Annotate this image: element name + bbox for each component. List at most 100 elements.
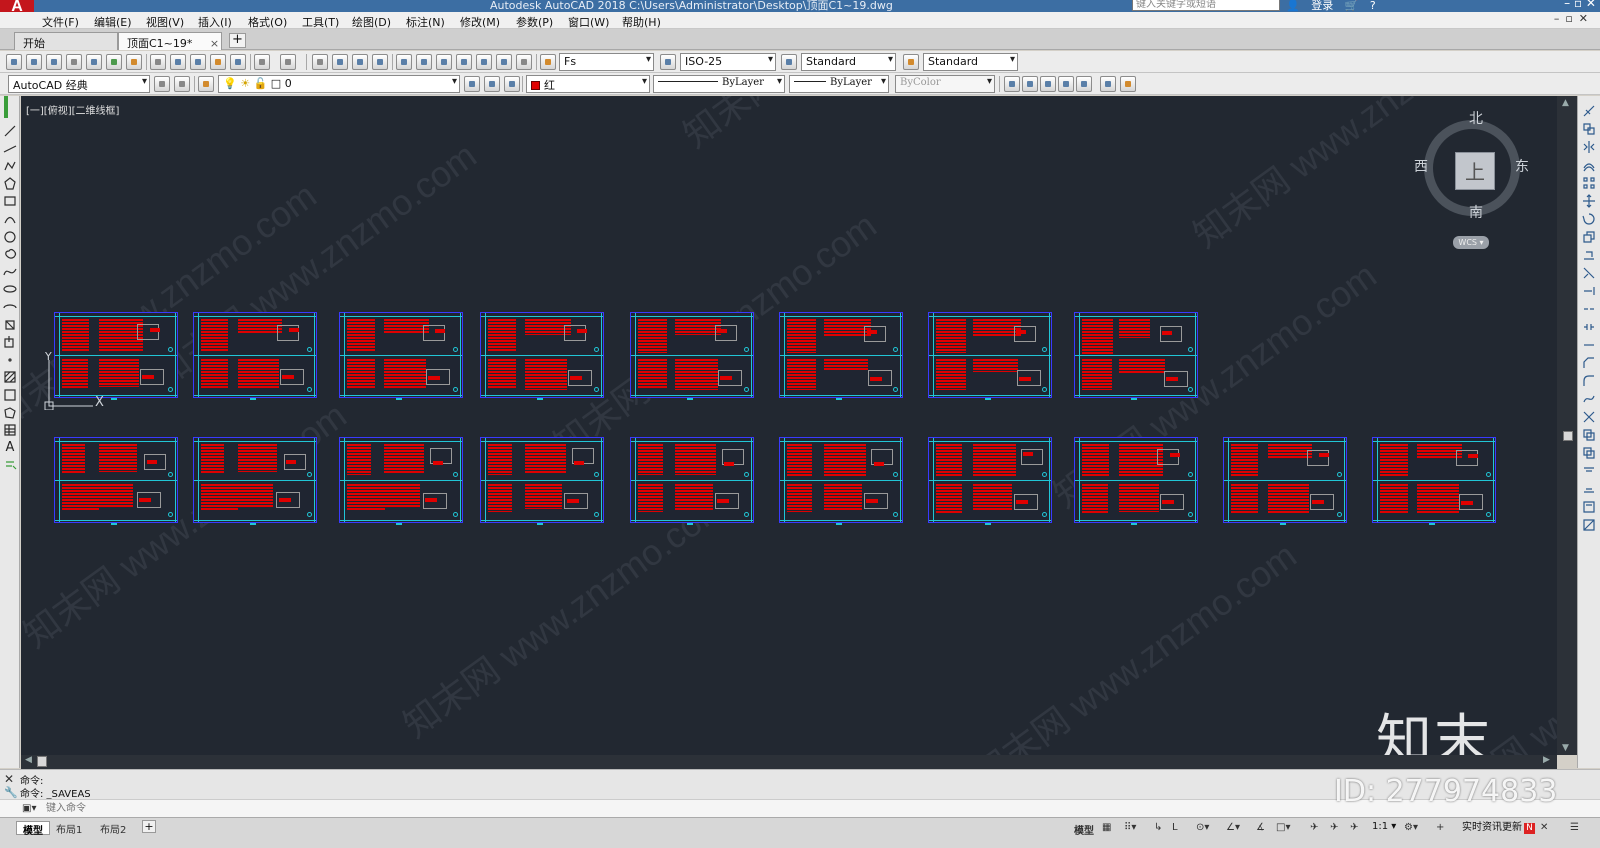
menu-help[interactable]: 帮助(H) <box>622 14 661 30</box>
publish-icon[interactable] <box>106 54 122 70</box>
save-icon[interactable] <box>46 54 62 70</box>
compass-north-label[interactable]: 北 <box>1469 108 1483 128</box>
region-icon[interactable] <box>3 406 17 420</box>
zoom-window-icon[interactable] <box>352 54 368 70</box>
menu-edit[interactable]: 编辑(E) <box>94 14 132 30</box>
scale-icon[interactable] <box>1582 230 1596 244</box>
zoom-realtime-icon[interactable] <box>332 54 348 70</box>
infer-icon[interactable]: ↳ <box>1154 822 1162 833</box>
table-icon[interactable] <box>3 423 17 437</box>
drawing-sheet[interactable] <box>193 312 317 400</box>
menu-file[interactable]: 文件(F) <box>42 14 79 30</box>
layer-properties-icon[interactable] <box>198 76 214 92</box>
view-left-icon[interactable] <box>1040 76 1056 92</box>
customize-icon[interactable]: 🔧 <box>4 786 18 799</box>
view-front-icon[interactable] <box>1022 76 1038 92</box>
draworder-under-icon[interactable] <box>1582 482 1596 496</box>
dim-style-select[interactable]: ISO-25 <box>680 53 776 71</box>
polyline-icon[interactable] <box>3 159 17 173</box>
drawing-sheet[interactable] <box>339 437 463 525</box>
close-command-icon[interactable]: ✕ <box>4 772 14 786</box>
zoom-previous-icon[interactable] <box>372 54 388 70</box>
text-front-icon[interactable] <box>1582 500 1596 514</box>
revision-cloud-icon[interactable] <box>3 247 17 261</box>
fillet-icon[interactable] <box>1582 374 1596 388</box>
login-link[interactable]: 登录 <box>1311 0 1333 12</box>
properties-icon[interactable] <box>396 54 412 70</box>
drawing-sheet[interactable] <box>630 437 754 525</box>
autoscale-icon[interactable]: ✈ <box>1330 822 1338 833</box>
window-controls[interactable]: – ▫ ✕ <box>1564 0 1596 10</box>
layer-select[interactable]: 💡 ☀ 🔓 □ 0 <box>218 75 460 93</box>
dim-style-icon[interactable] <box>660 54 676 70</box>
menu-tools[interactable]: 工具(T) <box>302 14 339 30</box>
snap-icon[interactable]: ⠿▾ <box>1124 822 1136 833</box>
ortho-icon[interactable]: L <box>1172 822 1178 833</box>
polar-icon[interactable]: ⊙▾ <box>1196 822 1209 833</box>
multiline-text-icon[interactable]: A <box>3 440 17 455</box>
extend-icon[interactable] <box>1582 284 1596 298</box>
rectangle-icon[interactable] <box>3 194 17 208</box>
command-prompt-icon[interactable]: ▣▾ <box>22 803 36 814</box>
table-style-icon[interactable] <box>781 54 797 70</box>
break-at-point-icon[interactable] <box>1582 302 1596 316</box>
point-icon[interactable] <box>3 353 17 367</box>
menu-format[interactable]: 格式(O) <box>248 14 287 30</box>
layout-tab-model[interactable]: 模型 <box>16 821 50 837</box>
annotation-visibility-icon[interactable]: ✈ <box>1310 822 1318 833</box>
hatch-icon[interactable] <box>3 370 17 384</box>
drawing-sheet[interactable] <box>630 312 754 400</box>
isodraft-icon[interactable]: ∠▾ <box>1226 822 1240 833</box>
viewcube[interactable]: 上 北南 西 东 WCS ▾ <box>1414 108 1529 258</box>
make-block-icon[interactable] <box>3 335 17 349</box>
block-editor-icon[interactable] <box>230 54 246 70</box>
vertical-scrollbar[interactable]: ▲ ▼ <box>1557 96 1577 755</box>
add-icon[interactable]: + <box>1436 822 1444 833</box>
workspace-save-icon[interactable] <box>174 76 190 92</box>
compass-south-label[interactable]: 南 <box>1469 202 1483 222</box>
gradient-icon[interactable] <box>3 388 17 402</box>
horizontal-scrollbar[interactable]: ◀ ▶ <box>21 755 1557 769</box>
drawing-sheet[interactable] <box>779 437 903 525</box>
news-update[interactable]: 实时资讯更新 N <box>1462 818 1535 834</box>
rotate-icon[interactable] <box>1582 212 1596 226</box>
spline-icon[interactable] <box>3 265 17 279</box>
move-icon[interactable] <box>1582 194 1596 208</box>
stretch-icon[interactable] <box>1582 248 1596 262</box>
erase-icon[interactable] <box>1582 104 1596 118</box>
blend-curves-icon[interactable] <box>1582 392 1596 406</box>
drawing-sheet[interactable] <box>1223 437 1347 525</box>
view-manager-icon[interactable] <box>1120 76 1136 92</box>
vertical-scroll-thumb[interactable] <box>1563 431 1573 441</box>
tab-close-icon[interactable]: × <box>210 37 219 50</box>
text-style-icon[interactable] <box>540 54 556 70</box>
help-toolbar-icon[interactable] <box>516 54 532 70</box>
lineweight-select[interactable]: ByLayer <box>789 75 889 93</box>
workspace-settings-icon[interactable] <box>154 76 170 92</box>
redo-icon[interactable] <box>280 54 296 70</box>
plot-preview-icon[interactable] <box>86 54 102 70</box>
wcs-menu-button[interactable]: WCS ▾ <box>1453 236 1489 249</box>
add-selected-icon[interactable] <box>3 458 17 472</box>
polygon-icon[interactable] <box>3 177 17 191</box>
paste-icon[interactable] <box>190 54 206 70</box>
ellipse-arc-icon[interactable] <box>3 300 17 314</box>
compass-east-label[interactable]: 东 <box>1515 156 1529 176</box>
layer-state-icon[interactable] <box>504 76 520 92</box>
autocad-logo-icon[interactable]: A <box>0 0 34 12</box>
scroll-up-icon[interactable]: ▲ <box>1562 98 1569 108</box>
scroll-right-icon[interactable]: ▶ <box>1543 755 1550 765</box>
tab-drawing[interactable]: 顶面C1~19* × <box>118 32 222 50</box>
customize-status-icon[interactable]: ☰ <box>1570 822 1579 833</box>
layout-tab-2[interactable]: 布局2 <box>94 821 132 836</box>
make-current-layer-icon[interactable] <box>464 76 480 92</box>
trim-icon[interactable] <box>1582 266 1596 280</box>
construction-line-icon[interactable] <box>3 142 17 156</box>
drawing-canvas[interactable]: [一][俯视][二维线框] 知末网 www.znzmo.com 知末网 www.z… <box>21 96 1557 755</box>
mirror-icon[interactable] <box>1582 140 1596 154</box>
menu-window[interactable]: 窗口(W) <box>568 14 609 30</box>
mleader-style-select[interactable]: Standard <box>923 53 1018 71</box>
3d-print-icon[interactable] <box>126 54 142 70</box>
menu-dimension[interactable]: 标注(N) <box>406 14 445 30</box>
help-search-input[interactable]: 键入关键字或短语 <box>1132 0 1280 11</box>
